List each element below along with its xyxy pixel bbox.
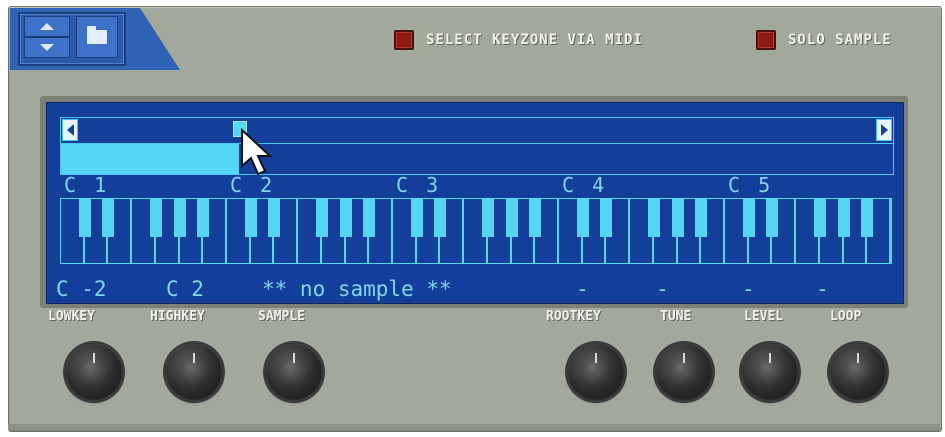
black-key[interactable] (861, 199, 874, 237)
loop-label: LOOP (830, 309, 862, 324)
sample-knob[interactable] (266, 344, 322, 400)
black-key[interactable] (529, 199, 542, 237)
scroll-right-button[interactable] (876, 119, 892, 141)
black-key[interactable] (268, 199, 281, 237)
tune-label: TUNE (660, 309, 692, 324)
keyzone-scroll-track[interactable] (60, 117, 894, 144)
rootkey-label: ROOTKEY (546, 309, 601, 324)
lowkey-value: C -2 (56, 277, 107, 301)
patch-down-button[interactable] (24, 37, 70, 58)
level-value: - (742, 277, 755, 301)
level-knob[interactable] (742, 344, 798, 400)
mouse-pointer-icon (241, 128, 273, 176)
black-key[interactable] (102, 199, 115, 237)
keyzone-bar[interactable] (60, 143, 894, 175)
sample-value: ** no sample ** (262, 277, 452, 301)
level-label: LEVEL (744, 309, 784, 324)
sample-label: SAMPLE (258, 309, 305, 324)
black-key[interactable] (78, 199, 91, 237)
black-key[interactable] (647, 199, 660, 237)
black-key[interactable] (837, 199, 850, 237)
keyzone-range-fill[interactable] (61, 144, 239, 174)
black-key[interactable] (149, 199, 162, 237)
arrow-down-icon (40, 44, 54, 51)
octave-labels: C 1 C 2 C 3 C 4 C 5 (60, 174, 892, 196)
select-keyzone-led (394, 30, 414, 50)
browse-button[interactable] (76, 16, 118, 58)
rootkey-knob[interactable] (568, 344, 624, 400)
arrow-up-icon (40, 23, 54, 30)
loop-knob[interactable] (830, 344, 886, 400)
chevron-right-icon (880, 124, 888, 136)
keyzone-info-row: C -2 C 2 ** no sample ** - - - - (56, 276, 896, 304)
black-key[interactable] (434, 199, 447, 237)
rootkey-value: - (576, 277, 589, 301)
select-keyzone-via-midi-toggle[interactable]: SELECT KEYZONE VIA MIDI (394, 30, 643, 50)
lowkey-label: LOWKEY (48, 309, 95, 324)
tune-value: - (656, 277, 669, 301)
black-key[interactable] (481, 199, 494, 237)
black-key[interactable] (363, 199, 376, 237)
black-key[interactable] (315, 199, 328, 237)
highkey-value: C 2 (166, 277, 204, 301)
tune-knob[interactable] (656, 344, 712, 400)
solo-sample-led (756, 30, 776, 50)
panel-bottom-edge (8, 424, 940, 430)
octave-label: C 4 (562, 173, 608, 197)
black-key[interactable] (695, 199, 708, 237)
octave-label: C 3 (396, 173, 442, 197)
select-keyzone-label: SELECT KEYZONE VIA MIDI (426, 32, 643, 48)
loop-value: - (816, 277, 829, 301)
solo-sample-toggle[interactable]: SOLO SAMPLE (756, 30, 892, 50)
black-key[interactable] (766, 199, 779, 237)
black-key[interactable] (742, 199, 755, 237)
folder-icon (87, 26, 107, 44)
black-key[interactable] (339, 199, 352, 237)
black-key[interactable] (600, 199, 613, 237)
highkey-label: HIGHKEY (150, 309, 205, 324)
black-key[interactable] (813, 199, 826, 237)
octave-label: C 1 (64, 173, 110, 197)
black-key[interactable] (671, 199, 684, 237)
patch-updown (24, 16, 70, 58)
black-key[interactable] (197, 199, 210, 237)
scroll-left-button[interactable] (62, 119, 78, 141)
black-key[interactable] (244, 199, 257, 237)
black-key[interactable] (410, 199, 423, 237)
piano-keyboard[interactable] (60, 198, 892, 264)
chevron-left-icon (66, 124, 74, 136)
octave-label: C 5 (728, 173, 774, 197)
black-key[interactable] (505, 199, 518, 237)
patch-up-button[interactable] (24, 16, 70, 37)
highkey-knob[interactable] (166, 344, 222, 400)
lowkey-knob[interactable] (66, 344, 122, 400)
black-key[interactable] (576, 199, 589, 237)
solo-sample-label: SOLO SAMPLE (788, 32, 892, 48)
black-key[interactable] (173, 199, 186, 237)
